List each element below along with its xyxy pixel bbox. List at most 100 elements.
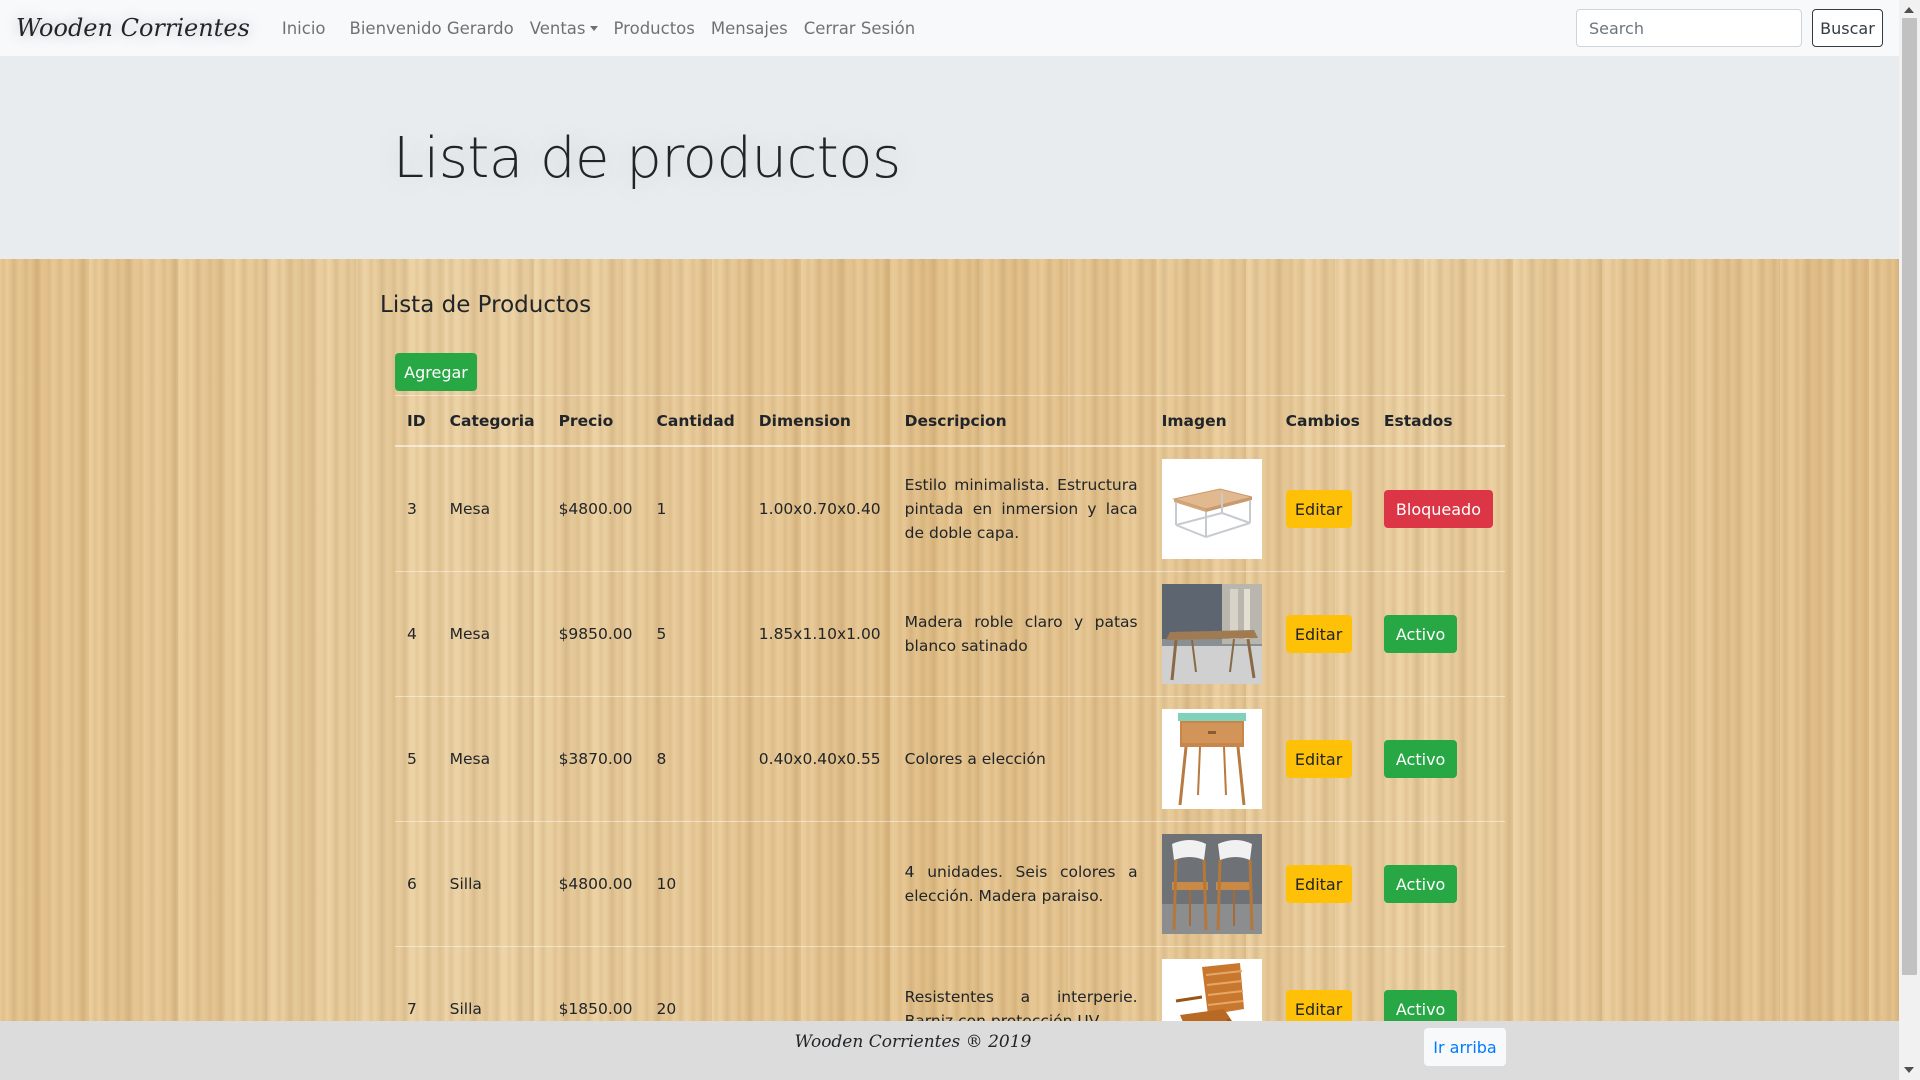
nav-links: Inicio Bienvenido Gerardo Ventas Product… [274,19,923,38]
scroll-down-icon[interactable] [1904,1067,1914,1073]
cell-descripcion: Colores a elección [892,696,1150,822]
cell-cantidad: 10 [644,821,747,947]
cell-descripcion: Estilo minimalista. Estructura pintada e… [892,445,1150,572]
cell-precio: $1850.00 [546,946,645,1021]
back-to-top-button[interactable]: Ir arriba [1424,1028,1506,1066]
cell-categoria: Mesa [437,696,547,822]
folding-chair-image [1161,959,1262,1021]
cell-precio: $4800.00 [546,821,645,947]
cell-cantidad: 5 [644,571,747,697]
search-button[interactable]: Buscar [1812,9,1883,47]
cell-descripcion: 4 unidades. Seis colores a elección. Mad… [892,821,1150,947]
cell-precio: $4800.00 [546,445,645,572]
cell-cambios: Editar [1273,445,1372,572]
nav-link-cerrar-sesion[interactable]: Cerrar Sesión [796,19,923,38]
dining-table-image [1161,584,1262,684]
cell-id: 7 [395,946,438,1021]
edit-button[interactable]: Editar [1285,490,1352,528]
cell-id: 6 [395,821,438,947]
cell-estado: Activo [1371,696,1505,822]
cell-imagen [1149,571,1274,697]
cell-dimension: 0.40x0.40x0.55 [746,696,893,822]
table-row: 5 Mesa $3870.00 8 0.40x0.40x0.55 Colores… [395,696,1505,822]
cell-estado: Activo [1371,946,1505,1021]
chairs-image [1161,834,1262,934]
cell-cantidad: 1 [644,445,747,572]
nav-link-bienvenido[interactable]: Bienvenido Gerardo [342,19,522,38]
edit-button[interactable]: Editar [1285,865,1352,903]
status-blocked-button[interactable]: Bloqueado [1383,490,1493,528]
cell-dimension: 1.85x1.10x1.00 [746,571,893,697]
cell-cambios: Editar [1273,696,1372,822]
cell-imagen [1149,696,1274,822]
table-row: 3 Mesa $4800.00 1 1.00x0.70x0.40 Estilo … [395,445,1505,572]
cell-cambios: Editar [1273,571,1372,697]
header-dimension: Dimension [746,395,893,447]
page-title: Lista de productos [393,126,901,191]
scroll-up-icon[interactable] [1904,7,1914,13]
header-id: ID [395,395,438,447]
table-header-row: ID Categoria Precio Cantidad Dimension D… [395,395,1505,447]
cell-cambios: Editar [1273,946,1372,1021]
add-product-button[interactable]: Agregar [395,353,477,391]
cell-cantidad: 20 [644,946,747,1021]
status-active-button[interactable]: Activo [1383,615,1458,653]
nav-link-productos[interactable]: Productos [606,19,703,38]
side-table-image [1161,709,1262,809]
cell-id: 5 [395,696,438,822]
section-title: Lista de Productos [380,292,592,318]
status-active-button[interactable]: Activo [1383,990,1458,1021]
cell-dimension: 1.00x0.70x0.40 [746,445,893,572]
footer-copyright: Wooden Corrientes ® 2019 [794,1032,1032,1052]
table-row: 7 Silla $1850.00 20 Resistentes a interp… [395,946,1505,1021]
header-descripcion: Descripcion [892,395,1150,447]
products-section: Lista de Productos Agregar ID Categoria … [0,259,1899,1021]
jumbotron: Lista de productos [0,56,1899,259]
nav-dropdown-ventas-label: Ventas [529,18,586,38]
status-active-button[interactable]: Activo [1383,865,1458,903]
header-estados: Estados [1371,395,1505,447]
cell-categoria: Silla [437,946,547,1021]
coffee-table-image [1161,459,1262,559]
header-cantidad: Cantidad [644,395,747,447]
cell-estado: Activo [1371,571,1505,697]
cell-imagen [1149,946,1274,1021]
header-precio: Precio [546,395,645,447]
header-categoria: Categoria [437,395,547,447]
cell-cambios: Editar [1273,821,1372,947]
header-cambios: Cambios [1273,395,1372,447]
edit-button[interactable]: Editar [1285,740,1352,778]
cell-imagen [1149,445,1274,572]
status-active-button[interactable]: Activo [1383,740,1458,778]
cell-categoria: Mesa [437,571,547,697]
nav-link-mensajes[interactable]: Mensajes [703,19,796,38]
footer: Wooden Corrientes ® 2019 Ir arriba [0,1021,1899,1080]
table-row: 4 Mesa $9850.00 5 1.85x1.10x1.00 Madera … [395,571,1505,697]
header-imagen: Imagen [1149,395,1274,447]
nav-link-inicio[interactable]: Inicio [274,19,342,38]
table-row: 6 Silla $4800.00 10 4 unidades. Seis col… [395,821,1505,947]
edit-button[interactable]: Editar [1285,990,1352,1021]
page-scrollbar[interactable] [1899,0,1920,1080]
cell-dimension [746,946,893,1021]
cell-cantidad: 8 [644,696,747,822]
cell-descripcion: Resistentes a interperie. Barniz con pro… [892,946,1150,1021]
chevron-down-icon [589,25,598,31]
edit-button[interactable]: Editar [1285,615,1352,653]
cell-estado: Bloqueado [1371,445,1505,572]
search-input[interactable] [1576,9,1802,47]
cell-precio: $3870.00 [546,696,645,822]
navbar: Wooden Corrientes Inicio Bienvenido Gera… [0,0,1899,56]
cell-imagen [1149,821,1274,947]
cell-categoria: Mesa [437,445,547,572]
scrollbar-thumb[interactable] [1902,18,1917,975]
nav-dropdown-ventas[interactable]: Ventas [522,19,606,38]
cell-dimension [746,821,893,947]
cell-descripcion: Madera roble claro y patas blanco satina… [892,571,1150,697]
products-table: ID Categoria Precio Cantidad Dimension D… [395,395,1505,1021]
cell-id: 4 [395,571,438,697]
cell-precio: $9850.00 [546,571,645,697]
cell-estado: Activo [1371,821,1505,947]
brand-logo[interactable]: Wooden Corrientes [16,14,258,42]
cell-categoria: Silla [437,821,547,947]
